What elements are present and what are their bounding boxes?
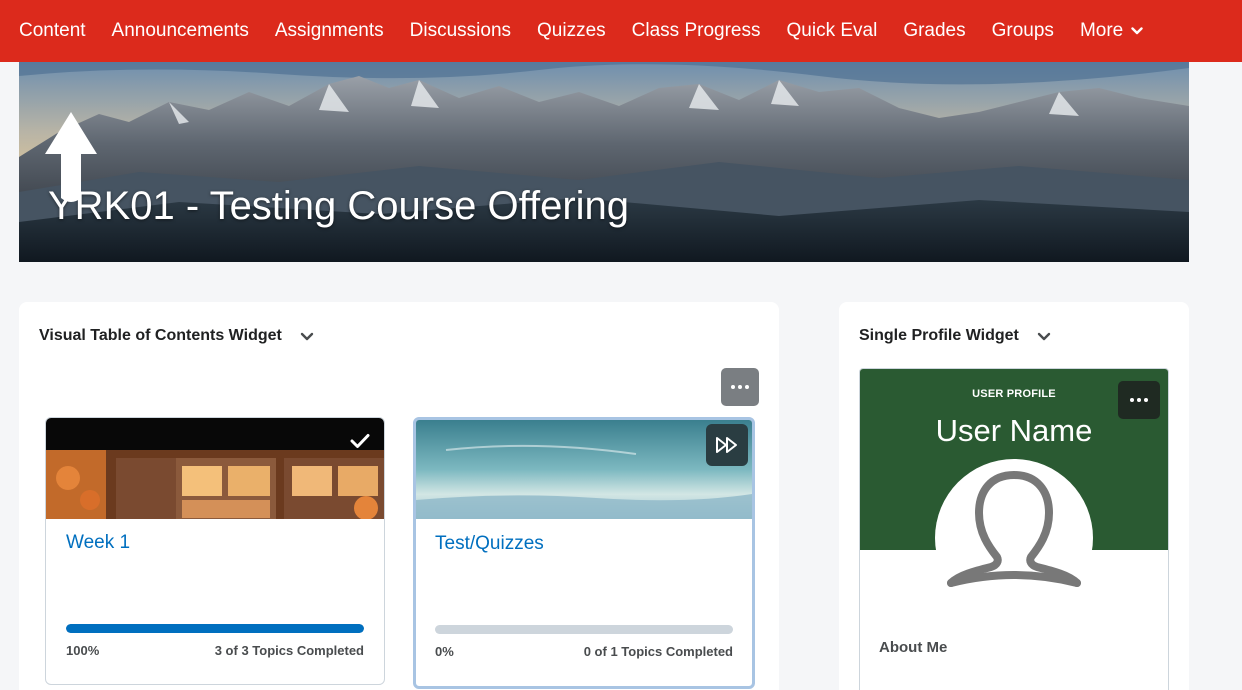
chevron-down-icon xyxy=(1037,332,1051,340)
avatar xyxy=(935,459,1093,617)
more-options-icon-dot xyxy=(745,385,749,389)
module-card-test-quizzes[interactable]: Test/Quizzes 0% 0 of 1 Topics Completed xyxy=(413,417,755,689)
more-options-icon xyxy=(731,385,735,389)
vtoc-widget-title: Visual Table of Contents Widget xyxy=(39,327,282,344)
nav-groups[interactable]: Groups xyxy=(992,20,1054,42)
module-title[interactable]: Week 1 xyxy=(66,532,130,554)
module-progress-percent: 100% xyxy=(66,643,100,658)
profile-widget-header[interactable]: Single Profile Widget xyxy=(859,327,1051,345)
user-profile-card: USER PROFILE User Name About Me xyxy=(859,368,1169,690)
visual-toc-widget: Visual Table of Contents Widget Week 1 1… xyxy=(19,302,779,690)
more-options-icon-dot xyxy=(1144,398,1148,402)
nav-announcements[interactable]: Announcements xyxy=(112,20,249,42)
nav-quick-eval[interactable]: Quick Eval xyxy=(787,20,878,42)
nav-class-progress[interactable]: Class Progress xyxy=(632,20,761,42)
single-profile-widget: Single Profile Widget USER PROFILE User … xyxy=(839,302,1189,690)
module-topics-completed: 0 of 1 Topics Completed xyxy=(583,644,733,659)
module-card-week-1[interactable]: Week 1 100% 3 of 3 Topics Completed xyxy=(45,417,385,685)
course-title: YRK01 - Testing Course Offering xyxy=(48,184,630,228)
module-card-image xyxy=(416,420,752,521)
module-card-image xyxy=(46,418,384,519)
skip-forward-icon xyxy=(716,437,737,453)
more-options-icon xyxy=(1130,398,1134,402)
module-progress-percent: 0% xyxy=(435,644,454,659)
nav-discussions[interactable]: Discussions xyxy=(410,20,511,42)
vtoc-more-options-button[interactable] xyxy=(721,368,759,406)
profile-more-options-button[interactable] xyxy=(1118,381,1160,419)
nav-more-label: More xyxy=(1079,20,1124,41)
module-progress-fill xyxy=(66,624,364,633)
nav-more-menu[interactable]: More xyxy=(1080,20,1143,42)
more-options-icon-dot xyxy=(1137,398,1141,402)
module-progress-bar xyxy=(435,625,733,634)
module-progress-bar xyxy=(66,624,364,633)
course-navbar: Content Announcements Assignments Discus… xyxy=(0,0,1242,62)
checkmark-icon xyxy=(350,434,370,448)
mountain-banner-image xyxy=(19,62,1189,262)
profile-widget-title: Single Profile Widget xyxy=(859,327,1019,344)
vtoc-widget-header[interactable]: Visual Table of Contents Widget xyxy=(39,327,314,345)
nav-quizzes[interactable]: Quizzes xyxy=(537,20,606,42)
chevron-down-icon xyxy=(300,332,314,340)
nav-grades[interactable]: Grades xyxy=(903,20,965,42)
user-silhouette-icon xyxy=(947,471,1081,587)
course-banner: YRK01 - Testing Course Offering xyxy=(19,62,1189,262)
skip-forward-badge xyxy=(706,424,748,466)
up-arrow-icon xyxy=(45,112,97,202)
module-topics-completed: 3 of 3 Topics Completed xyxy=(214,643,364,658)
about-me-heading: About Me xyxy=(879,639,948,656)
module-title[interactable]: Test/Quizzes xyxy=(435,533,544,555)
nav-content[interactable]: Content xyxy=(19,20,86,42)
more-options-icon-dot xyxy=(738,385,742,389)
nav-items: Content Announcements Assignments Discus… xyxy=(19,0,1169,62)
chevron-down-icon xyxy=(1131,27,1143,35)
nav-assignments[interactable]: Assignments xyxy=(275,20,384,42)
